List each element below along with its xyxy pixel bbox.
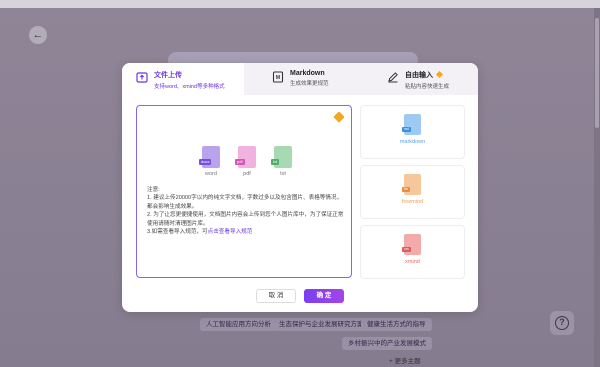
upload-notes: 注意: 1. 建议上传20000字以内的纯文字文档，字数过多以及包含图片、表格等… [147,186,347,236]
xmind-file-icon: xm [402,234,421,255]
scrollbar[interactable] [594,8,600,367]
topic-chip[interactable]: 乡村振兴中的产业发展模式 [342,337,432,350]
tab-title: Markdown [290,70,325,77]
tab-bar: 文件上传 支持word、xmind等多种格式 M Markdown 生成效果更规… [122,63,478,95]
format-label: txt [280,171,286,177]
txt-file-icon: txt [271,146,292,168]
tab-title: 自由输入 [405,70,449,80]
topic-chip[interactable]: 人工智能应用方向分析 [200,318,277,331]
help-button[interactable]: ? [550,311,574,335]
pdf-file-icon: pdf [235,146,256,168]
type-markdown[interactable]: md markdown [360,105,465,159]
supported-formats: docx word pdf pdf txt txt [199,146,294,177]
markdown-icon: M [272,71,284,83]
tab-title: 文件上传 [154,72,182,79]
topic-chip[interactable]: 生态保护与企业发展研究方案 [273,318,370,331]
import-spec-link[interactable]: 点击查看导入规范 [208,229,253,235]
topic-chip[interactable]: 健康生活方式的指导 [361,318,432,331]
note-item: 1. 建议上传20000字以内的纯文字文档，字数过多以及包含图片、表格等情况，都… [147,195,343,210]
tab-file-upload[interactable]: 文件上传 支持word、xmind等多种格式 [122,63,244,95]
tab-subtitle: 粘贴内容快速生成 [405,84,450,90]
confirm-button[interactable]: 确 定 [304,289,344,303]
note-item: 3.如需查看导入规范，可点击查看导入规范 [147,229,253,236]
format-label: word [205,171,217,177]
tab-free-input[interactable]: 自由输入 粘贴内容快速生成 [387,63,477,95]
pencil-icon [387,71,399,83]
notes-title: 注意: [147,187,160,193]
import-type-list: md markdown fm freemind xm xmind [360,105,465,279]
type-label: freemind [401,199,424,205]
question-icon: ? [555,316,569,330]
back-arrow-icon: ← [32,28,44,41]
svg-text:M: M [276,75,280,81]
tab-subtitle: 生成效果更规范 [290,81,329,87]
back-button[interactable]: ← [29,26,47,44]
tab-markdown[interactable]: M Markdown 生成效果更规范 [272,63,372,95]
scroll-thumb[interactable] [595,18,599,128]
format-label: pdf [243,171,251,177]
upload-icon [136,71,148,83]
import-dialog: 文件上传 支持word、xmind等多种格式 M Markdown 生成效果更规… [122,63,478,312]
more-topics-link[interactable]: + 更多主题 [389,355,421,365]
vip-diamond-icon [333,111,345,123]
note-item: 2. 为了让您更便捷使用，文档图片内容会上传到您个人图片库中，为了保证正常使用请… [147,212,344,227]
word-file-icon: docx [199,146,220,168]
title-bar [0,0,600,8]
type-xmind[interactable]: xm xmind [360,225,465,279]
type-freemind[interactable]: fm freemind [360,165,465,219]
type-label: xmind [405,259,420,265]
cancel-button[interactable]: 取 消 [256,289,296,303]
format-txt: txt txt [271,146,294,177]
format-pdf: pdf pdf [235,146,258,177]
vip-diamond-icon [435,70,443,79]
type-label: markdown [399,139,426,145]
freemind-file-icon: fm [402,174,421,195]
format-word: docx word [199,146,222,177]
file-drop-zone[interactable]: docx word pdf pdf txt txt 注意: 1. 建议上传200… [136,105,352,278]
tab-subtitle: 支持word、xmind等多种格式 [154,84,225,90]
markdown-file-icon: md [402,114,421,135]
